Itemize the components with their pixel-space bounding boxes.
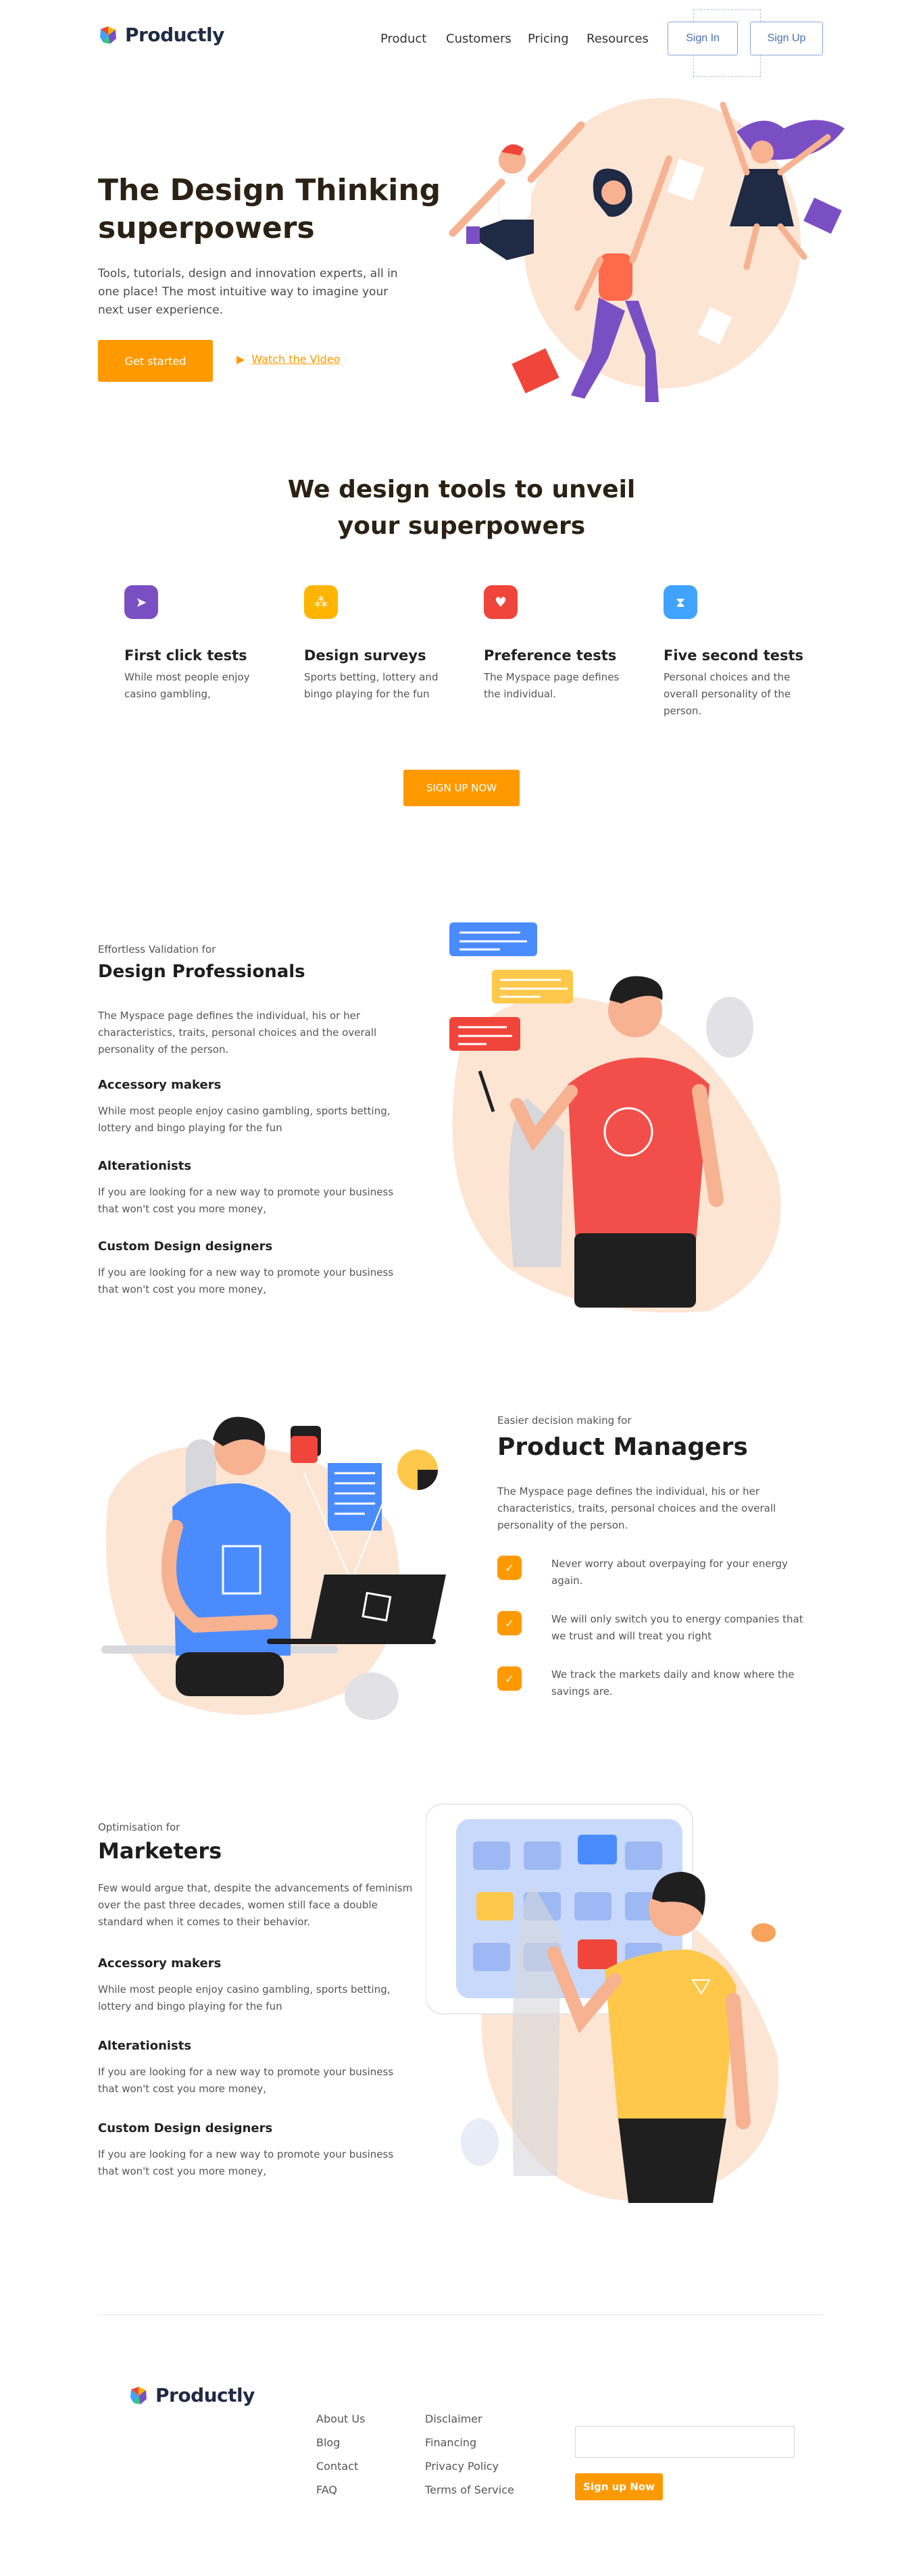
survey-icon: ⁂: [304, 585, 338, 619]
timer-icon: ⧗: [664, 585, 697, 619]
design-pros-title: Design Professionals: [98, 962, 305, 982]
get-started-button[interactable]: Get started: [98, 340, 213, 382]
check-item-text: We will only switch you to energy compan…: [551, 1613, 803, 1642]
marketers-illustration: [426, 1804, 779, 2203]
design-pros-item-title: Alterationists: [98, 1159, 192, 1173]
design-pros-eyebrow: Effortless Validation for: [98, 943, 216, 956]
footer-link-terms[interactable]: Terms of Service: [425, 2483, 514, 2496]
feature-title: Five second tests: [664, 647, 804, 664]
feature-card-surveys: ⁂ Design surveys Sports betting, lottery…: [304, 585, 449, 703]
footer-logo[interactable]: Productly: [128, 2384, 255, 2406]
hero-illustration: [449, 98, 845, 402]
features-title: We design tools to unveil your superpowe…: [225, 472, 698, 545]
marketers-eyebrow: Optimisation for: [98, 1821, 180, 1833]
logo-icon: [128, 2385, 149, 2406]
footer-link-contact[interactable]: Contact: [316, 2460, 365, 2473]
design-pros-item-title: Custom Design designers: [98, 1239, 273, 1254]
feature-text: Personal choices and the overall persona…: [664, 671, 791, 717]
product-managers-eyebrow: Easier decision making for: [497, 1414, 632, 1427]
nav-resources[interactable]: Resources: [587, 32, 649, 46]
design-pros-illustration: [449, 922, 781, 1313]
product-managers-illustration: [101, 1416, 446, 1720]
footer-link-about[interactable]: About Us: [316, 2412, 365, 2425]
footer-link-financing[interactable]: Financing: [425, 2436, 514, 2449]
marketers-item-title: Accessory makers: [98, 1956, 222, 1971]
nav-pricing[interactable]: Pricing: [528, 32, 569, 46]
marketers-item-title: Alterationists: [98, 2039, 192, 2053]
footer-link-disclaimer[interactable]: Disclaimer: [425, 2412, 514, 2425]
product-managers-title: Product Managers: [497, 1433, 748, 1461]
feature-card-five-second: ⧗ Five second tests Personal choices and…: [664, 585, 809, 720]
features-title-line1: We design tools to unveil: [287, 476, 636, 503]
footer-link-privacy[interactable]: Privacy Policy: [425, 2460, 514, 2473]
product-managers-intro: The Myspace page defines the individual,…: [497, 1485, 776, 1531]
check-item-text: Never worry about overpaying for your en…: [551, 1558, 788, 1587]
design-pros-item-title: Accessory makers: [98, 1078, 222, 1092]
marketers-item-text: If you are looking for a new way to prom…: [98, 2066, 394, 2095]
check-icon: ✓: [497, 1556, 522, 1580]
marketers-item-title: Custom Design designers: [98, 2121, 273, 2135]
nav-product[interactable]: Product: [380, 32, 426, 46]
feature-card-preference: ♥ Preference tests The Myspace page defi…: [484, 585, 629, 703]
feature-card-first-click: ➤ First click tests While most people en…: [124, 585, 270, 703]
check-icon: ✓: [497, 1666, 522, 1691]
heart-icon: ♥: [484, 585, 518, 619]
watch-video-label: Watch the Video: [251, 353, 341, 366]
hero-title-line2: superpowers: [98, 211, 315, 245]
sign-up-now-button[interactable]: SIGN UP NOW: [403, 770, 520, 806]
marketers-item-text: If you are looking for a new way to prom…: [98, 2148, 394, 2177]
feature-text: Sports betting, lottery and bingo playin…: [304, 671, 439, 700]
sign-in-button[interactable]: Sign In: [668, 22, 738, 55]
marketers-intro: Few would argue that, despite the advanc…: [98, 1882, 413, 1928]
feature-title: Design surveys: [304, 647, 426, 664]
footer-col-company: About Us Blog Contact FAQ: [316, 2412, 365, 2496]
nav-customers[interactable]: Customers: [446, 32, 512, 46]
feature-text: The Myspace page defines the individual.: [484, 671, 620, 700]
newsletter-email-input[interactable]: [575, 2426, 795, 2458]
hero-title-line1: The Design Thinking: [98, 173, 441, 207]
hero-title: The Design Thinking superpowers: [98, 172, 449, 247]
feature-text: While most people enjoy casino gambling,: [124, 671, 250, 700]
cursor-icon: ➤: [124, 585, 158, 619]
footer-link-blog[interactable]: Blog: [316, 2436, 365, 2449]
footer-link-faq[interactable]: FAQ: [316, 2483, 365, 2496]
check-item-text: We track the markets daily and know wher…: [551, 1668, 795, 1698]
brand-logo[interactable]: Productly: [98, 24, 224, 46]
design-pros-item-text: If you are looking for a new way to prom…: [98, 1266, 394, 1295]
feature-title: First click tests: [124, 647, 247, 664]
footer-sign-up-button[interactable]: Sign up Now: [575, 2473, 663, 2500]
design-pros-intro: The Myspace page defines the individual,…: [98, 1010, 377, 1056]
footer-col-legal: Disclaimer Financing Privacy Policy Term…: [425, 2412, 514, 2496]
check-icon: ✓: [497, 1611, 522, 1635]
marketers-item-text: While most people enjoy casino gambling,…: [98, 1983, 391, 2012]
watch-video-link[interactable]: ▶ Watch the Video: [236, 353, 340, 366]
design-pros-item-text: While most people enjoy casino gambling,…: [98, 1105, 391, 1134]
hero-description: Tools, tutorials, design and innovation …: [98, 267, 398, 317]
play-icon: ▶: [236, 353, 245, 366]
marketers-title: Marketers: [98, 1838, 222, 1864]
feature-title: Preference tests: [484, 647, 617, 664]
brand-name: Productly: [125, 24, 224, 46]
design-pros-item-text: If you are looking for a new way to prom…: [98, 1186, 394, 1215]
sign-up-button[interactable]: Sign Up: [750, 22, 823, 55]
footer-divider: [98, 2314, 824, 2315]
brand-name: Productly: [155, 2384, 255, 2406]
logo-icon: [98, 25, 118, 45]
features-title-line2: your superpowers: [337, 512, 586, 540]
